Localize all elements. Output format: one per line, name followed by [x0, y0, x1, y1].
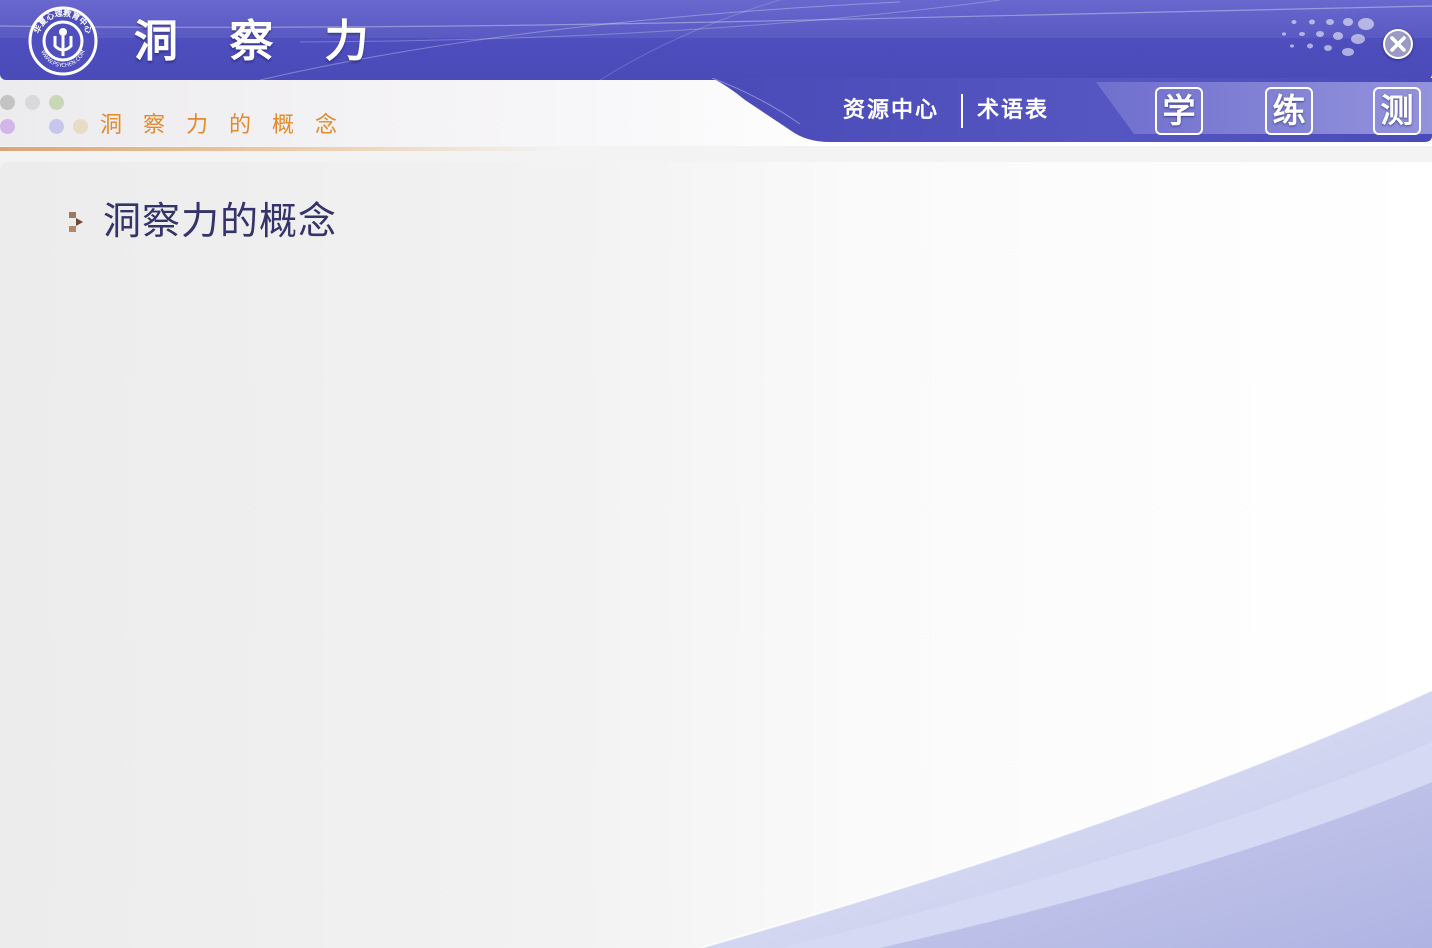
nav-resources-link[interactable]: 资源中心	[843, 95, 939, 127]
app-window: 华夏心理教育中心 WWW.PSYCHEN.COM 洞 察 力 洞 察 力 的 概…	[0, 0, 1432, 948]
decor-dot	[0, 119, 15, 134]
decor-dot	[49, 119, 64, 134]
nav-glossary-link[interactable]: 术语表	[977, 95, 1049, 127]
content-heading: 洞察力的概念	[103, 199, 338, 243]
decor-dot	[0, 95, 15, 110]
test-button[interactable]: 测	[1373, 87, 1421, 135]
close-button[interactable]	[1383, 29, 1413, 59]
content-panel	[0, 162, 1432, 948]
arrow-bullet-icon	[69, 212, 83, 232]
app-title: 洞 察 力	[134, 16, 387, 67]
close-icon	[1385, 31, 1411, 57]
header-dots-decoration	[1282, 18, 1374, 56]
learn-button[interactable]: 学	[1155, 87, 1203, 135]
section-title: 洞 察 力 的 概 念	[100, 113, 344, 138]
decor-dot	[49, 95, 64, 110]
section-underline	[0, 147, 560, 151]
decor-dot	[73, 119, 88, 134]
practice-button[interactable]: 练	[1265, 87, 1313, 135]
decor-dot	[25, 95, 40, 110]
logo: 华夏心理教育中心 WWW.PSYCHEN.COM	[28, 6, 98, 76]
nav-separator	[961, 94, 963, 128]
